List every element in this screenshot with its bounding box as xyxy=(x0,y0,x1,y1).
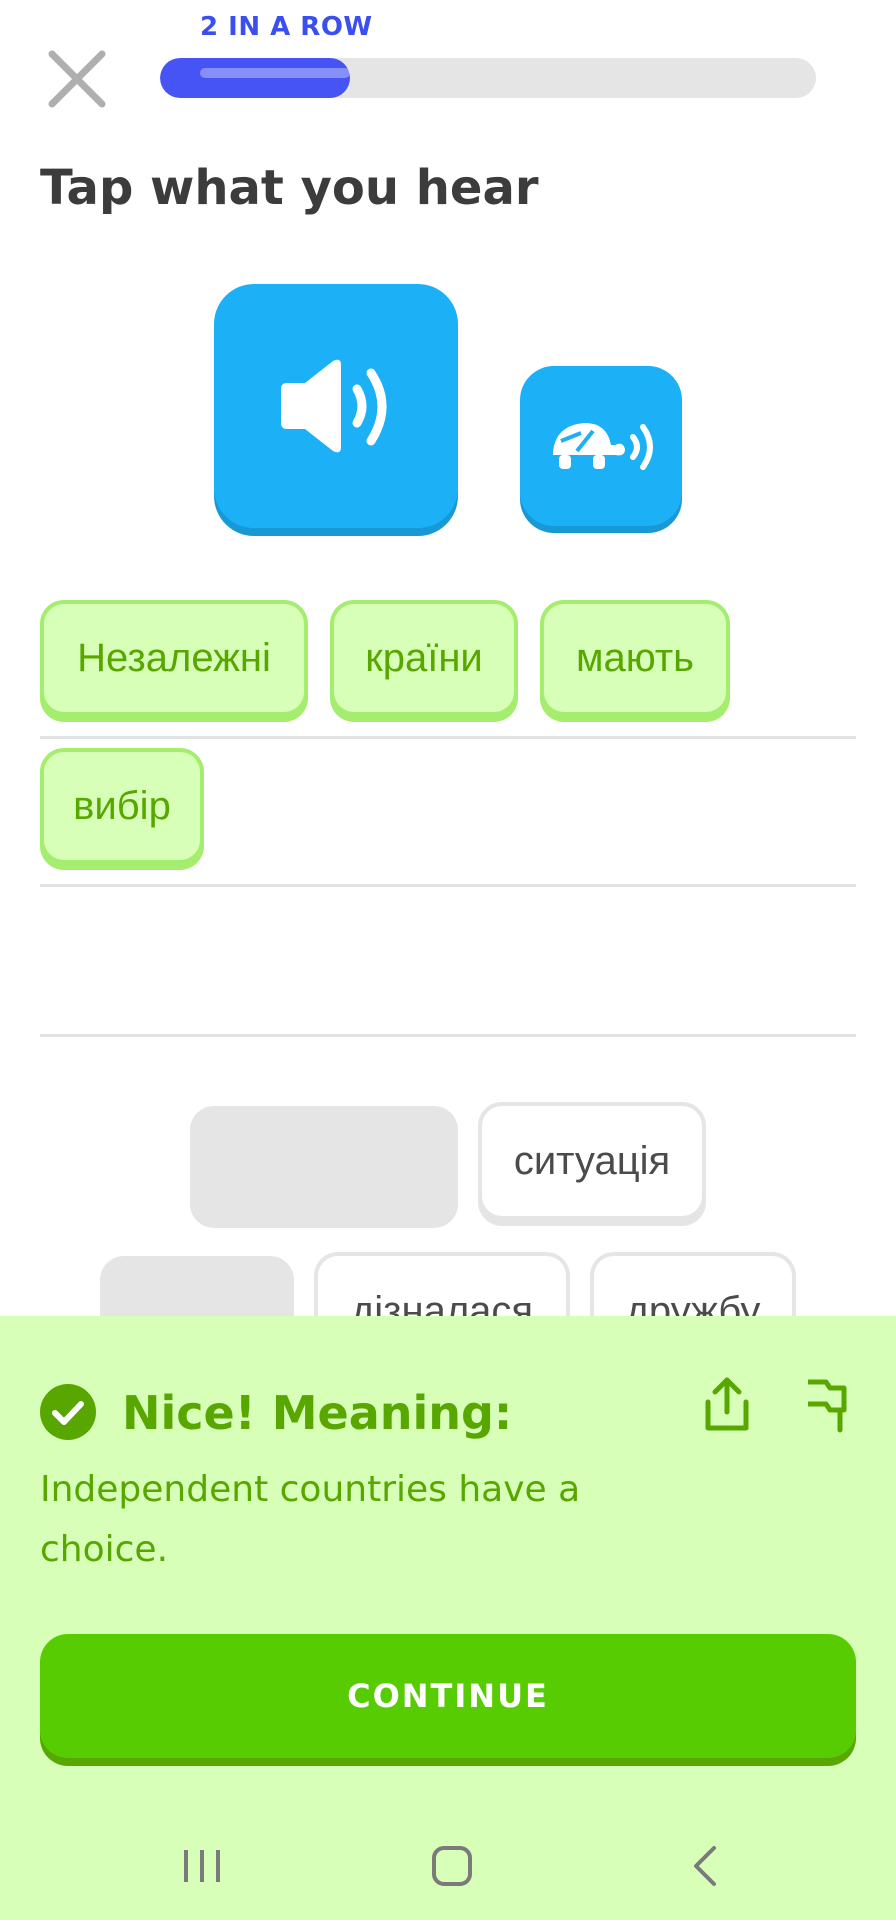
answer-line xyxy=(40,884,856,887)
share-icon xyxy=(705,1377,749,1431)
continue-button[interactable]: CONTINUE xyxy=(40,1634,856,1758)
selected-word-chip[interactable]: мають xyxy=(540,600,730,716)
selected-word-chip[interactable]: Незалежні xyxy=(40,600,308,716)
feedback-title: Nice! Meaning: xyxy=(122,1386,513,1440)
exercise-prompt: Tap what you hear xyxy=(40,160,539,216)
close-button[interactable] xyxy=(44,46,110,112)
back-icon xyxy=(694,1846,716,1886)
flag-icon xyxy=(808,1379,847,1433)
check-circle-icon xyxy=(40,1384,96,1444)
feedback-meaning: Independent countries have a choice. xyxy=(40,1469,581,1570)
answer-line xyxy=(40,736,856,739)
word-bank-chip[interactable]: ситуація xyxy=(478,1102,706,1220)
recent-apps-button[interactable] xyxy=(180,1846,224,1890)
answer-row-2: вибір xyxy=(40,748,856,864)
progress-shine xyxy=(200,68,350,78)
play-slow-audio-button[interactable] xyxy=(520,366,682,526)
share-button[interactable] xyxy=(702,1374,752,1438)
back-button[interactable] xyxy=(690,1842,720,1894)
home-button[interactable] xyxy=(430,1844,474,1892)
answer-row-1: Незалежні країни мають xyxy=(40,600,856,716)
streak-label: 2 IN A ROW xyxy=(200,12,373,42)
close-icon xyxy=(48,50,106,108)
report-button[interactable] xyxy=(800,1374,850,1438)
lesson-progress-bar xyxy=(160,58,816,98)
selected-word-chip[interactable]: вибір xyxy=(40,748,204,864)
lesson-progress-fill xyxy=(160,58,350,98)
turtle-speaker-icon xyxy=(553,423,653,470)
selected-word-chip[interactable]: країни xyxy=(330,600,518,716)
home-icon xyxy=(432,1846,472,1886)
speaker-icon xyxy=(281,359,387,453)
answer-line xyxy=(40,1034,856,1037)
play-audio-button[interactable] xyxy=(214,284,458,528)
word-bank-empty-slot xyxy=(190,1106,458,1228)
recent-apps-icon xyxy=(184,1850,220,1882)
